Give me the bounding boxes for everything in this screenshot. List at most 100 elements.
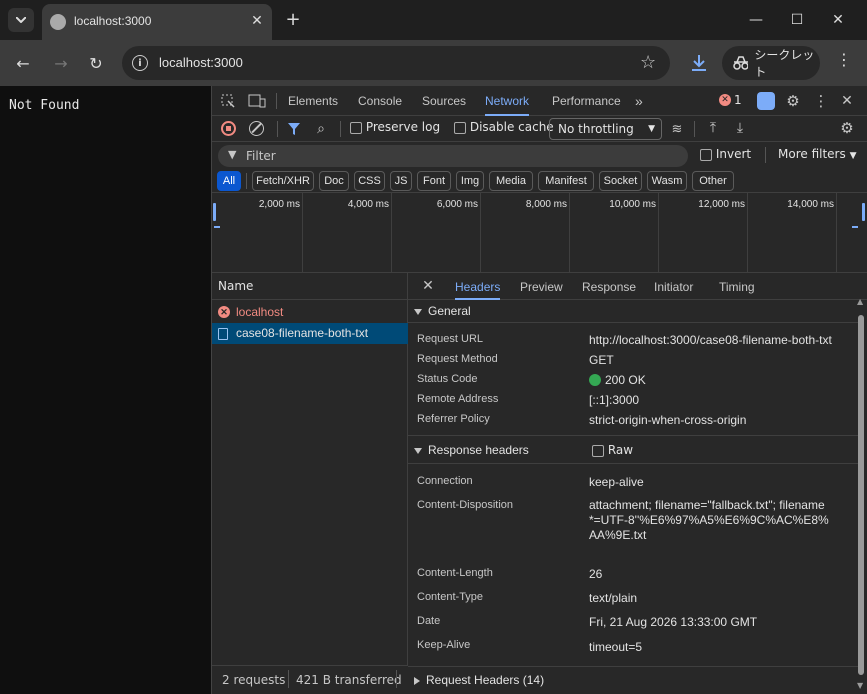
tab-performance[interactable]: Performance [552, 86, 621, 116]
network-conditions-icon[interactable]: ≋ [668, 120, 686, 138]
timeline-handle-left[interactable] [213, 203, 216, 221]
new-tab-button[interactable]: + [282, 8, 304, 30]
timeline-handle-right[interactable] [862, 203, 865, 221]
filter-icon[interactable] [286, 120, 302, 138]
minimize-button[interactable]: — [736, 6, 776, 34]
filter-chip-fetch-xhr[interactable]: Fetch/XHR [252, 171, 314, 191]
timeline-tick-label: 10,000 ms [609, 199, 656, 210]
disable-cache-checkbox[interactable]: Disable cache [454, 120, 554, 134]
more-filters-dropdown[interactable]: More filters ▼ [778, 147, 856, 161]
details-scrollbar[interactable]: ▲ ▼ [856, 297, 866, 693]
header-value: keep-alive [589, 475, 644, 489]
error-icon: ✕ [218, 306, 230, 318]
close-window-button[interactable]: ✕ [818, 6, 858, 34]
inspect-element-icon[interactable] [220, 93, 236, 109]
devtools-menu-icon[interactable]: ⋮ [812, 92, 830, 110]
import-har-icon[interactable]: ⤒ [704, 119, 722, 137]
filter-chip-all[interactable]: All [217, 171, 241, 191]
maximize-button[interactable]: ☐ [777, 6, 817, 34]
close-details-icon[interactable]: ✕ [420, 277, 436, 295]
reload-button[interactable]: ↻ [85, 52, 107, 74]
tab-preview[interactable]: Preview [520, 273, 563, 300]
tab-headers[interactable]: Headers [455, 273, 501, 300]
filter-input[interactable]: ▼ Filter [218, 145, 688, 167]
download-icon[interactable] [688, 52, 710, 76]
divider [246, 173, 247, 189]
general-section-header[interactable]: General [408, 300, 858, 322]
error-icon[interactable]: ✕ [719, 94, 731, 106]
scrollbar-thumb[interactable] [858, 315, 864, 675]
filter-row: ▼ Filter Invert More filters ▼ [212, 142, 867, 169]
header-value: [::1]:3000 [589, 393, 640, 407]
request-row-localhost[interactable]: ✕ localhost [212, 302, 408, 323]
export-har-icon[interactable]: ⤓ [731, 119, 749, 137]
filter-placeholder: Filter [246, 149, 276, 163]
tab-console[interactable]: Console [358, 86, 402, 116]
preserve-log-checkbox[interactable]: Preserve log [350, 120, 440, 134]
request-row-case08[interactable]: case08-filename-both-txt [212, 323, 408, 344]
filter-chip-js[interactable]: JS [390, 171, 412, 191]
raw-checkbox[interactable]: Raw [592, 443, 633, 457]
incognito-badge[interactable]: シークレット [722, 46, 820, 80]
ai-assistance-icon[interactable] [757, 92, 775, 110]
tab-response[interactable]: Response [582, 273, 636, 300]
close-tab-button[interactable]: ✕ [248, 12, 266, 30]
network-settings-gear-icon[interactable]: ⚙ [838, 119, 856, 137]
filter-chip-wasm[interactable]: Wasm [647, 171, 687, 191]
record-stop-icon[interactable] [221, 121, 236, 136]
timeline-gridline [302, 193, 303, 273]
tab-search-button[interactable] [8, 8, 34, 32]
scroll-down-arrow-icon[interactable]: ▼ [857, 681, 863, 690]
filter-chip-other[interactable]: Other [692, 171, 734, 191]
timeline-request-bar [852, 226, 858, 228]
scroll-up-arrow-icon[interactable]: ▲ [857, 297, 863, 306]
forward-button[interactable]: → [50, 52, 72, 74]
address-bar[interactable]: i localhost:3000 ☆ [122, 46, 670, 80]
devtools-tab-bar: Elements Console Sources Network Perform… [212, 86, 867, 116]
clear-icon[interactable] [249, 121, 264, 136]
incognito-icon [733, 56, 749, 70]
request-headers-section-header[interactable]: Request Headers (14) [408, 669, 858, 691]
header-key: Request Method [417, 353, 498, 365]
filter-chip-doc[interactable]: Doc [319, 171, 349, 191]
filter-chip-font[interactable]: Font [417, 171, 451, 191]
timeline-gridline [658, 193, 659, 273]
settings-gear-icon[interactable]: ⚙ [784, 92, 802, 110]
header-value: Fri, 21 Aug 2026 13:33:00 GMT [589, 615, 758, 629]
browser-tab[interactable]: localhost:3000 ✕ [42, 4, 272, 40]
name-column-header[interactable]: Name [212, 273, 408, 300]
filter-chip-socket[interactable]: Socket [599, 171, 642, 191]
tab-network[interactable]: Network [485, 86, 530, 116]
tab-initiator[interactable]: Initiator [654, 273, 693, 300]
network-timeline-overview[interactable]: 2,000 ms 4,000 ms 6,000 ms 8,000 ms 10,0… [212, 193, 867, 273]
search-icon[interactable]: ⌕ [313, 120, 329, 138]
close-devtools-icon[interactable]: ✕ [838, 92, 856, 110]
browser-menu-button[interactable]: ⋮ [836, 50, 852, 74]
tab-timing[interactable]: Timing [719, 273, 755, 300]
star-icon[interactable]: ☆ [640, 52, 656, 73]
header-value: timeout=5 [589, 640, 643, 654]
filter-chip-img[interactable]: Img [456, 171, 484, 191]
header-key: Keep-Alive [417, 639, 471, 651]
device-toolbar-icon[interactable] [248, 93, 266, 109]
more-tabs-icon[interactable]: » [635, 86, 643, 116]
divider [408, 435, 858, 436]
request-details-panel: ✕ Headers Preview Response Initiator Tim… [408, 273, 867, 694]
invert-checkbox[interactable]: Invert [700, 147, 751, 161]
divider [765, 147, 766, 163]
filter-chip-manifest[interactable]: Manifest [538, 171, 594, 191]
back-button[interactable]: ← [12, 52, 34, 74]
header-key: Status Code [417, 373, 478, 385]
header-value: 26 [589, 567, 603, 581]
globe-icon [50, 14, 66, 30]
header-value: GET [589, 353, 614, 367]
tab-sources[interactable]: Sources [422, 86, 466, 116]
filter-chip-css[interactable]: CSS [354, 171, 385, 191]
incognito-label: シークレット [754, 48, 815, 79]
error-count[interactable]: 1 [734, 93, 742, 107]
throttling-select[interactable]: No throttling ▼ [549, 118, 662, 140]
devtools-panel: Elements Console Sources Network Perform… [211, 86, 867, 694]
filter-chip-media[interactable]: Media [489, 171, 533, 191]
info-icon[interactable]: i [132, 55, 148, 71]
tab-elements[interactable]: Elements [288, 86, 338, 116]
